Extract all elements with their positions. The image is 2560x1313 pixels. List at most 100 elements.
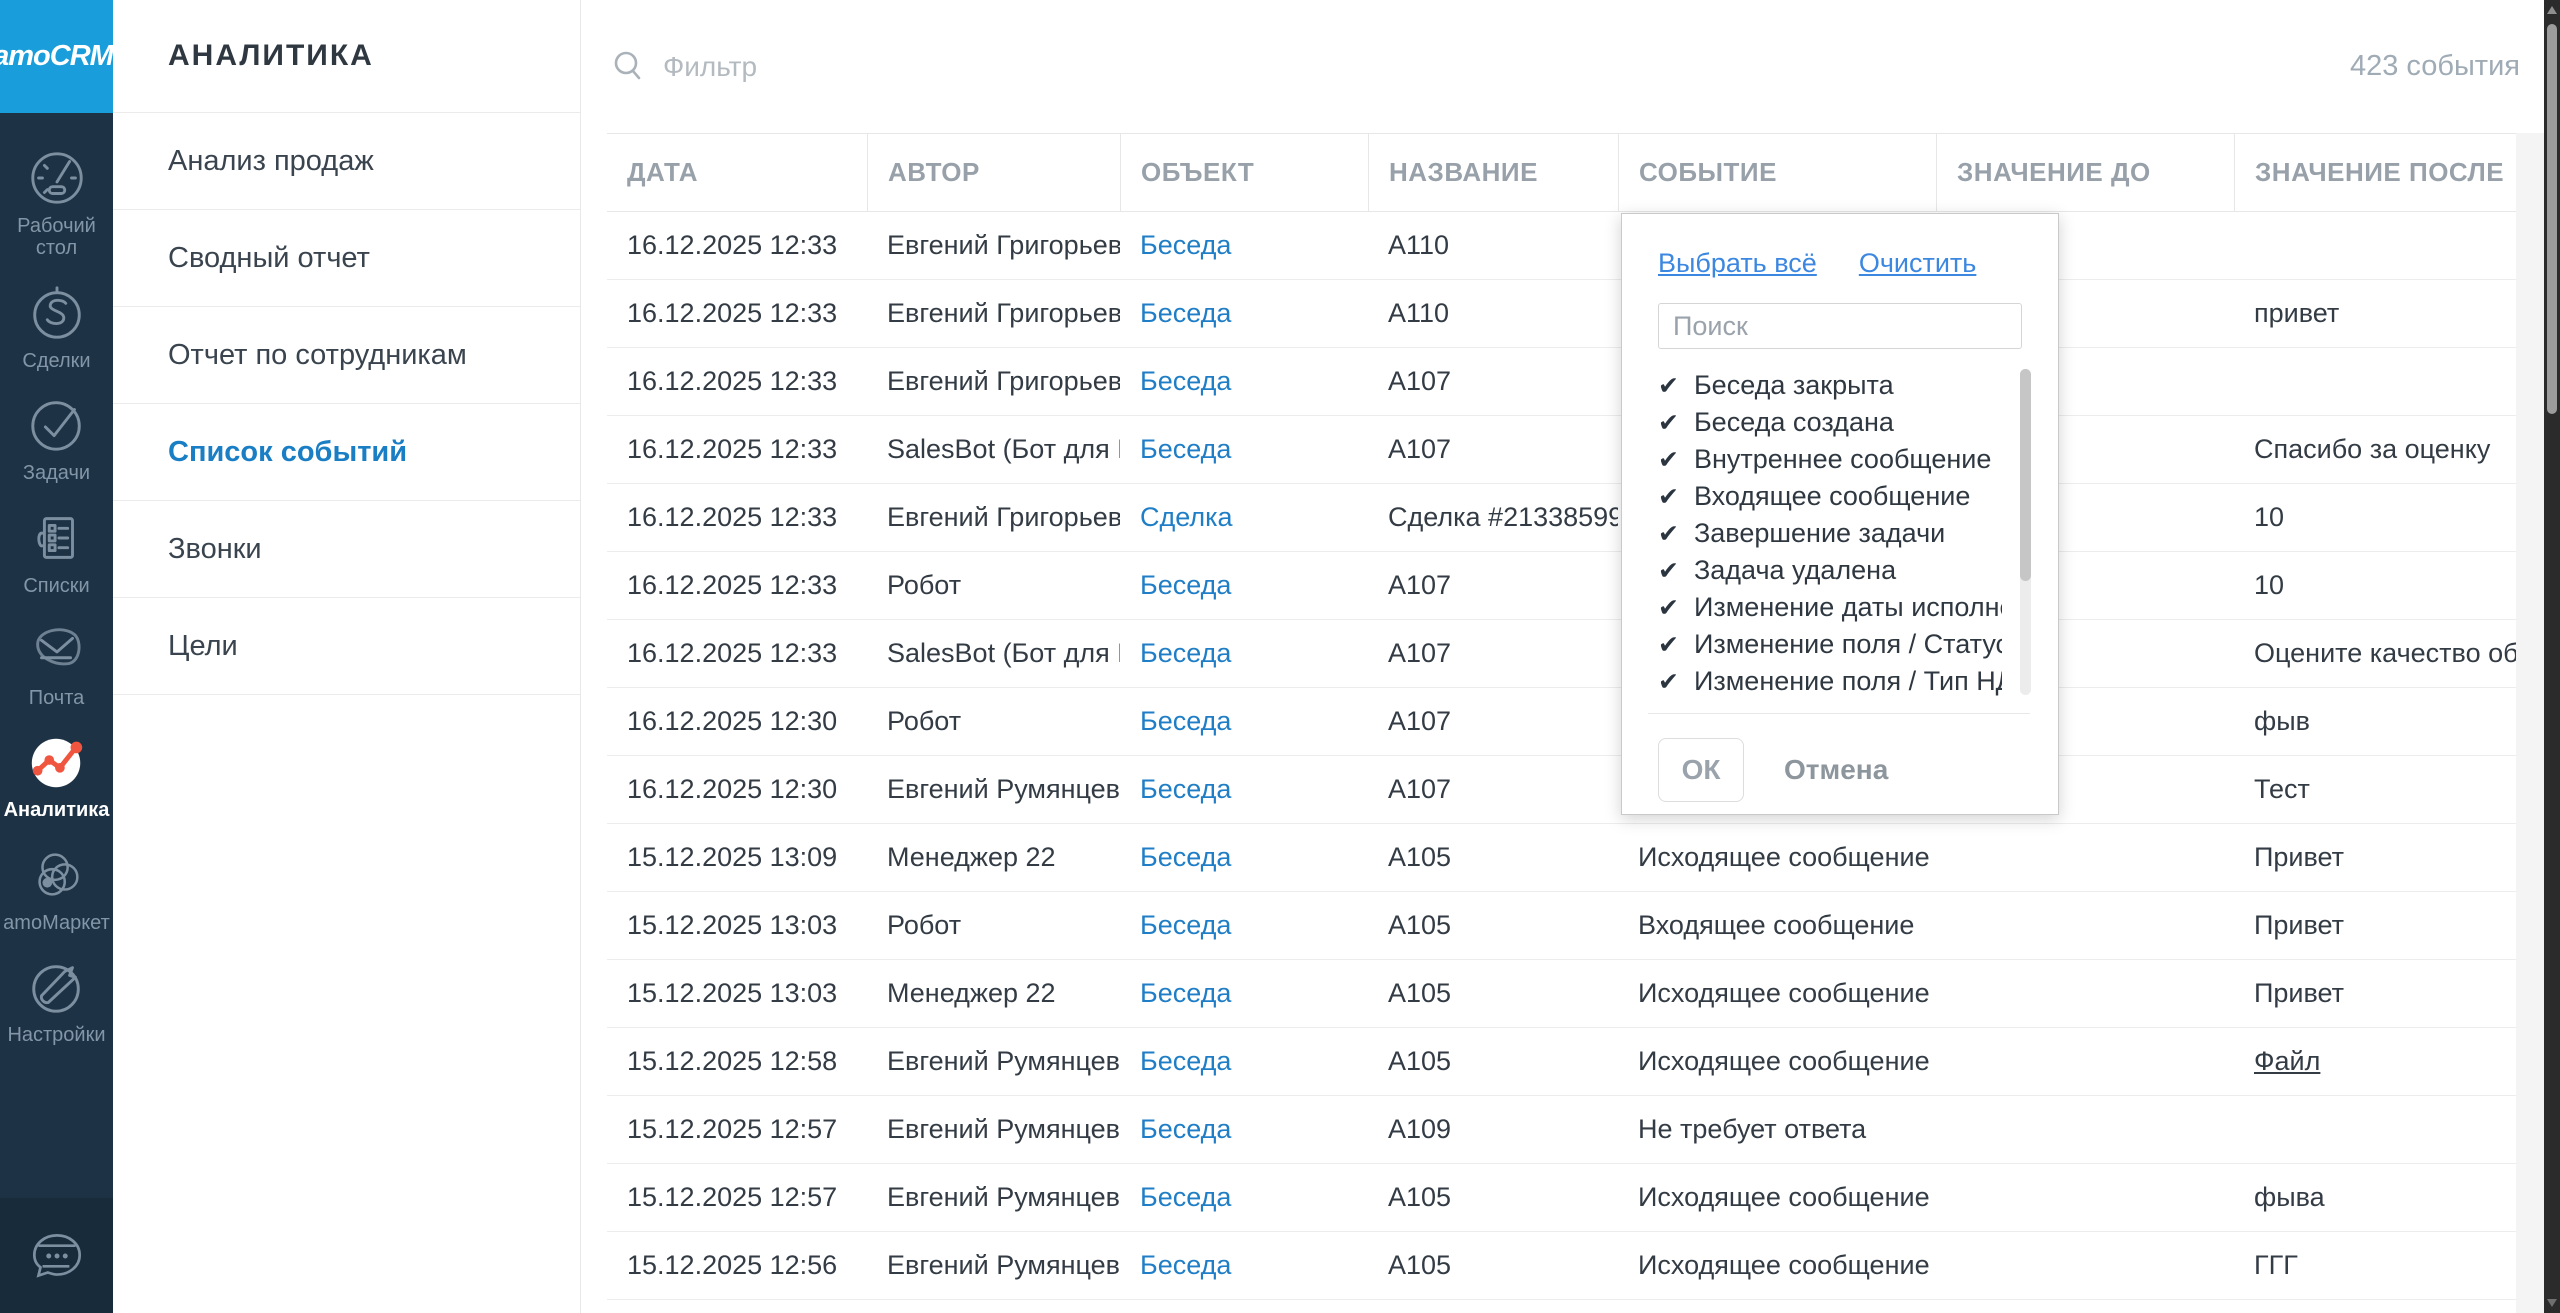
popup-search-input[interactable]: [1658, 303, 2022, 349]
cell-date: 16.12.2025 12:33: [607, 212, 867, 279]
cell-date: 16.12.2025 12:33: [607, 552, 867, 619]
column-header-author[interactable]: АВТОР: [867, 134, 1120, 211]
cell-object-link[interactable]: Беседа: [1120, 1232, 1368, 1299]
submenu-item[interactable]: Список событий: [113, 404, 580, 501]
sidebar-item-lists[interactable]: Списки: [0, 507, 113, 597]
sidebar-item-tasks[interactable]: Задачи: [0, 394, 113, 484]
cell-event: Входящее сообщение: [1618, 892, 1936, 959]
cell-value-before: [1936, 1232, 2234, 1299]
submenu-item[interactable]: Звонки: [113, 501, 580, 598]
event-type-option[interactable]: ✔ Беседа создана: [1658, 404, 2002, 441]
sidebar-item-market[interactable]: amoМаркет: [0, 844, 113, 934]
scrollbar-thumb[interactable]: [2547, 24, 2557, 414]
table-row: 16.12.2025 12:33 Евгений Григорьев Бесед…: [607, 212, 2516, 280]
column-header-event[interactable]: СОБЫТИЕ: [1618, 134, 1936, 211]
page-scrollbar[interactable]: [2544, 0, 2560, 1313]
search-icon: [611, 49, 647, 85]
cell-date: 16.12.2025 12:33: [607, 620, 867, 687]
event-type-option[interactable]: ✔ Входящее сообщение: [1658, 478, 2002, 515]
sidebar-nav: Рабочий стол Сделки Задачи: [0, 113, 113, 1069]
submenu-item[interactable]: Анализ продаж: [113, 113, 580, 210]
cell-name: A107: [1368, 348, 1618, 415]
event-type-option[interactable]: ✔ Беседа закрыта: [1658, 367, 2002, 404]
scrollbar-down-arrow[interactable]: [2547, 1299, 2557, 1307]
sidebar-item-analytics[interactable]: Аналитика: [0, 731, 113, 821]
cell-object-link[interactable]: Сделка: [1120, 484, 1368, 551]
cell-value-before: [1936, 960, 2234, 1027]
column-header-date[interactable]: ДАТА: [607, 134, 867, 211]
event-type-option[interactable]: ✔ Завершение задачи: [1658, 515, 2002, 552]
popup-list-scrollbar-thumb[interactable]: [2020, 369, 2031, 581]
table-row: 15.12.2025 13:09 Менеджер 22 Беседа A105…: [607, 824, 2516, 892]
cell-object-link[interactable]: Беседа: [1120, 552, 1368, 619]
cell-object-link[interactable]: Беседа: [1120, 416, 1368, 483]
cell-value-after: Тест: [2234, 756, 2516, 823]
cell-name: A105: [1368, 892, 1618, 959]
cell-date: 16.12.2025 12:33: [607, 484, 867, 551]
event-type-label: Изменение поля / Статус: [1694, 629, 2002, 660]
cell-object-link[interactable]: Беседа: [1120, 1096, 1368, 1163]
submenu-item[interactable]: Цели: [113, 598, 580, 695]
mail-icon: [26, 619, 88, 681]
cell-author: Робот: [867, 892, 1120, 959]
cell-value-after: Привет: [2234, 960, 2516, 1027]
cell-date: 16.12.2025 12:30: [607, 756, 867, 823]
cell-value-after: [2234, 1096, 2516, 1163]
cancel-button[interactable]: Отмена: [1784, 754, 1888, 786]
cell-value-before: [1936, 824, 2234, 891]
cell-author: Евгений Григорьев: [867, 484, 1120, 551]
column-header-object[interactable]: ОБЪЕКТ: [1120, 134, 1368, 211]
cell-object-link[interactable]: Беседа: [1120, 688, 1368, 755]
sidebar-item-deals[interactable]: Сделки: [0, 282, 113, 372]
cell-author: Евгений Румянцев: [867, 756, 1120, 823]
table-row: 15.12.2025 13:03 Робот Беседа A105 Входя…: [607, 892, 2516, 960]
sidebar-item-dashboard[interactable]: Рабочий стол: [0, 147, 113, 260]
cell-value-after: [2234, 348, 2516, 415]
cell-value-after: фыв: [2234, 688, 2516, 755]
submenu-item[interactable]: Сводный отчет: [113, 210, 580, 307]
event-type-option[interactable]: ✔ Изменение поля / Тип НДС: [1658, 663, 2002, 697]
checkmark-icon: ✔: [1658, 667, 1679, 697]
column-header-value-after[interactable]: ЗНАЧЕНИЕ ПОСЛЕ: [2234, 134, 2516, 211]
cell-object-link[interactable]: Беседа: [1120, 212, 1368, 279]
cell-author: SalesBot (Бот для N: [867, 620, 1120, 687]
cell-author: Евгений Румянцев: [867, 1232, 1120, 1299]
submenu-item[interactable]: Отчет по сотрудникам: [113, 307, 580, 404]
clear-link[interactable]: Очистить: [1859, 248, 1977, 279]
sidebar-item-label: amoМаркет: [3, 912, 110, 934]
event-type-label: Завершение задачи: [1694, 518, 1945, 549]
cell-object-link[interactable]: Беседа: [1120, 280, 1368, 347]
sidebar-item-label: Настройки: [7, 1024, 105, 1046]
amocrm-logo[interactable]: amoCRM.: [0, 0, 113, 113]
cell-object-link[interactable]: Беседа: [1120, 1164, 1368, 1231]
scrollbar-up-arrow[interactable]: [2547, 6, 2557, 14]
cell-object-link[interactable]: Беседа: [1120, 620, 1368, 687]
cell-object-link[interactable]: Беседа: [1120, 348, 1368, 415]
event-type-option[interactable]: ✔ Задача удалена: [1658, 552, 2002, 589]
sidebar-item-settings[interactable]: Настройки: [0, 956, 113, 1046]
column-header-name[interactable]: НАЗВАНИЕ: [1368, 134, 1618, 211]
cell-object-link[interactable]: Беседа: [1120, 824, 1368, 891]
event-type-label: Изменение даты исполнения зад: [1694, 592, 2002, 623]
support-chat-button[interactable]: [0, 1198, 113, 1313]
deals-icon: [26, 282, 88, 344]
market-icon: [26, 844, 88, 906]
cell-object-link[interactable]: Беседа: [1120, 892, 1368, 959]
cell-author: Евгений Румянцев: [867, 1096, 1120, 1163]
event-type-option[interactable]: ✔ Внутреннее сообщение: [1658, 441, 2002, 478]
cell-object-link[interactable]: Беседа: [1120, 960, 1368, 1027]
select-all-link[interactable]: Выбрать всё: [1658, 248, 1817, 279]
popup-list-scrollbar[interactable]: [2020, 369, 2031, 695]
events-table: ДАТА АВТОР ОБЪЕКТ НАЗВАНИЕ СОБЫТИЕ ЗНАЧЕ…: [607, 133, 2516, 1300]
event-type-label: Изменение поля / Тип НДС: [1694, 666, 2002, 697]
event-type-option[interactable]: ✔ Изменение поля / Статус: [1658, 626, 2002, 663]
ok-button[interactable]: ОК: [1658, 738, 1744, 802]
filter-input[interactable]: [663, 51, 2350, 83]
cell-event: Не требует ответа: [1618, 1096, 1936, 1163]
column-header-value-before[interactable]: ЗНАЧЕНИЕ ДО: [1936, 134, 2234, 211]
sidebar-item-mail[interactable]: Почта: [0, 619, 113, 709]
cell-object-link[interactable]: Беседа: [1120, 756, 1368, 823]
event-type-option[interactable]: ✔ Изменение даты исполнения зад: [1658, 589, 2002, 626]
cell-value-after: Привет: [2234, 892, 2516, 959]
cell-object-link[interactable]: Беседа: [1120, 1028, 1368, 1095]
